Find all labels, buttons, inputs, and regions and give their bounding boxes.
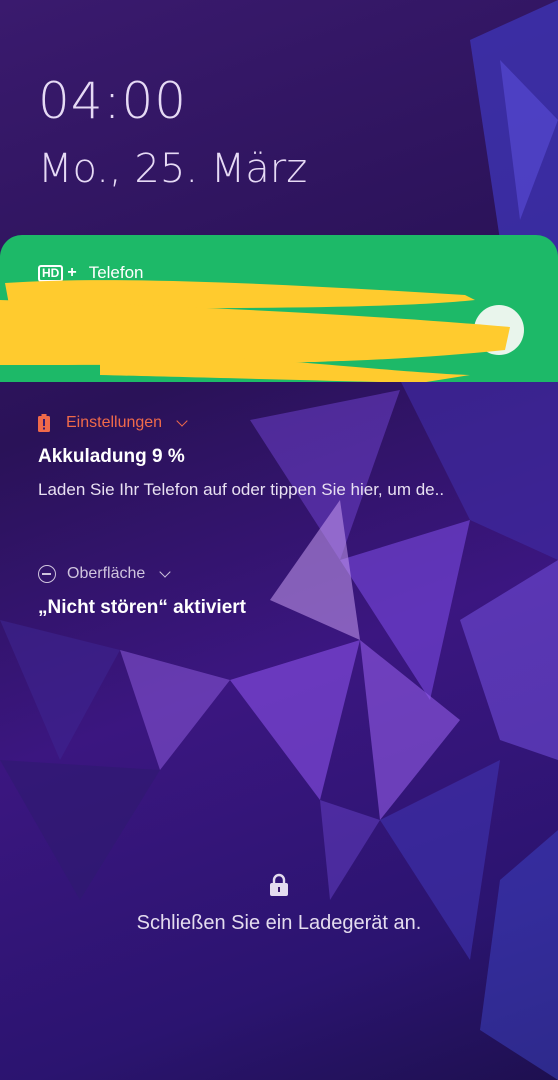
notification-body: Laden Sie Ihr Telefon auf oder tippen Si… <box>38 480 445 499</box>
notification-app-name: Einstellungen <box>66 414 163 431</box>
lock-icon[interactable] <box>268 873 290 897</box>
notification-title: „Nicht stören“ aktiviert <box>38 597 246 618</box>
notification-header: Oberfläche <box>38 565 528 583</box>
lockscreen-date: Mo., 25. März <box>38 146 308 192</box>
notification-battery[interactable]: Einstellungen Akkuladung 9 % Laden Sie I… <box>38 414 528 500</box>
notification-dnd[interactable]: Oberfläche „Nicht stören“ aktiviert <box>38 565 528 619</box>
do-not-disturb-icon <box>38 565 56 583</box>
redaction-scribble <box>0 280 510 382</box>
battery-warning-icon <box>38 414 50 432</box>
unlock-hint-text: Schließen Sie ein Ladegerät an. <box>136 912 422 934</box>
notification-app-name: Oberfläche <box>67 565 146 582</box>
chevron-down-icon[interactable] <box>176 414 188 427</box>
lockscreen-clock: 04:00 <box>38 72 188 130</box>
chevron-down-icon[interactable] <box>159 565 171 578</box>
notification-title: Akkuladung 9 % <box>38 446 185 467</box>
notification-header: Einstellungen <box>38 414 528 432</box>
incoming-call-notification[interactable]: HD + Telefon <box>0 235 558 382</box>
